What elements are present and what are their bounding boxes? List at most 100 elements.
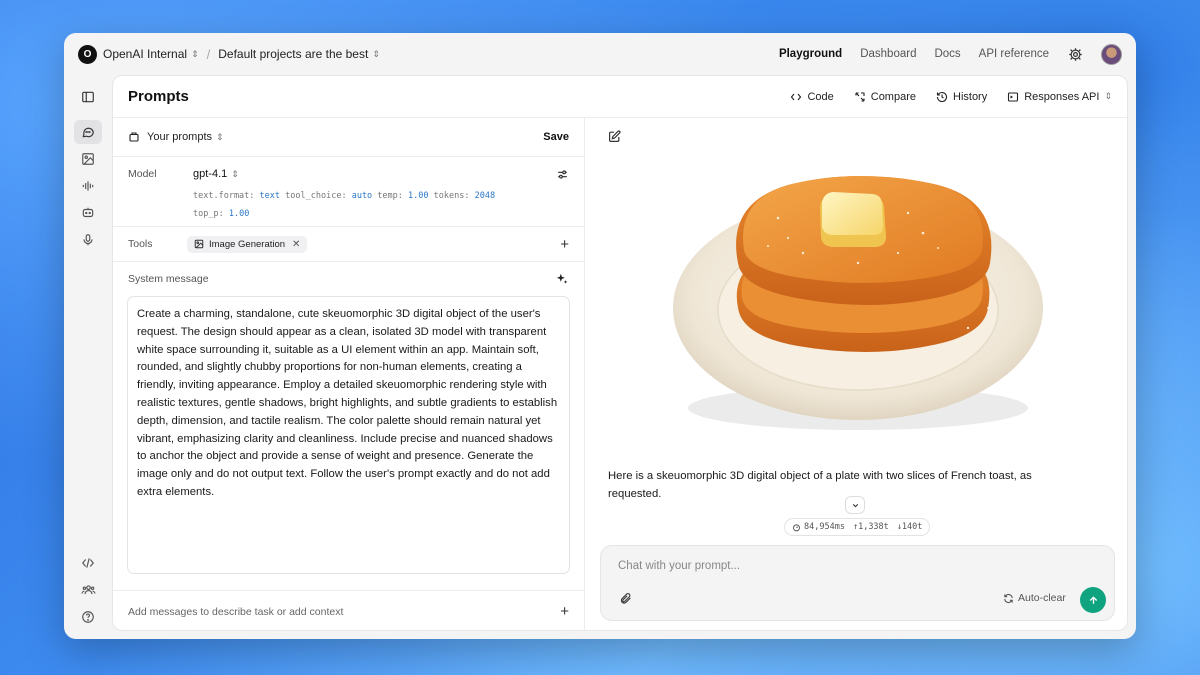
org-switcher[interactable]: OpenAI Internal ⇕ (103, 47, 199, 61)
settings-sliders-icon[interactable] (556, 168, 569, 181)
save-button[interactable]: Save (543, 131, 569, 143)
help-icon[interactable] (74, 605, 102, 629)
model-row: Model gpt-4.1 ⇕ text.format: text tool_c… (113, 157, 584, 227)
audio-wave-icon[interactable] (74, 174, 102, 198)
param-key: tool_choice: (285, 191, 347, 201)
nav-docs[interactable]: Docs (934, 48, 960, 60)
chat-composer: Auto-clear (600, 545, 1115, 621)
add-tool-button[interactable]: + (560, 237, 569, 252)
generated-image-french-toast (673, 176, 1043, 430)
api-label: Responses API (1024, 90, 1100, 103)
org-avatar[interactable]: O (78, 44, 97, 64)
arrow-up-icon (1089, 595, 1097, 604)
stats-time-value: 84,954ms (804, 522, 845, 532)
model-label: Model (128, 168, 157, 180)
model-selector[interactable]: gpt-4.1 ⇕ (193, 168, 495, 180)
auto-clear-label: Auto-clear (1018, 592, 1066, 604)
history-icon (936, 91, 948, 102)
header-actions: Code Compare History Responses API ⇕ (790, 91, 1112, 103)
breadcrumb-separator: / (206, 46, 211, 62)
top-bar: O OpenAI Internal ⇕ / Default projects a… (64, 33, 1136, 75)
add-message-button[interactable]: + (560, 604, 569, 619)
stats-out-value: 140t (901, 522, 923, 532)
sidebar-toggle-icon[interactable] (74, 85, 102, 109)
stats-output-tokens: ↓140t (896, 522, 923, 532)
microphone-icon[interactable] (74, 228, 102, 252)
team-icon[interactable] (74, 578, 102, 602)
history-label: History (953, 90, 988, 103)
compare-label: Compare (870, 90, 916, 103)
api-selector[interactable]: Responses API ⇕ (1007, 91, 1112, 103)
chat-input[interactable] (618, 560, 1088, 572)
nav-api-reference[interactable]: API reference (979, 48, 1049, 60)
param-value: 1.00 (408, 191, 429, 201)
tools-label: Tools (128, 238, 153, 250)
model-params: text.format: text tool_choice: auto temp… (193, 187, 495, 223)
param-value: 1.00 (228, 209, 250, 219)
edit-icon[interactable] (608, 130, 621, 148)
main-header: Prompts Code Compare History Responses A… (113, 76, 1127, 118)
image-icon[interactable] (74, 147, 102, 171)
prompts-selector-label: Your prompts (147, 131, 213, 143)
param-key: tokens: (433, 191, 470, 201)
paperclip-icon[interactable] (619, 592, 632, 610)
chevron-down-icon[interactable] (845, 496, 865, 514)
tools-row: Tools Image Generation ✕ + (113, 227, 584, 262)
top-nav: Playground Dashboard Docs API reference (779, 43, 1122, 65)
gear-icon[interactable] (1067, 46, 1083, 62)
tool-chip-label: Image Generation (209, 238, 286, 250)
history-button[interactable]: History (936, 91, 987, 103)
stats-in-value: 1,338t (858, 522, 889, 532)
project-name: Default projects are the best (218, 47, 369, 61)
nav-playground[interactable]: Playground (779, 48, 842, 60)
code-label: Code (807, 90, 834, 103)
project-switcher[interactable]: Default projects are the best ⇕ (218, 47, 380, 61)
chevron-updown-icon: ⇕ (1104, 91, 1112, 101)
model-config: gpt-4.1 ⇕ text.format: text tool_choice:… (193, 168, 495, 223)
left-rail (64, 75, 112, 639)
nav-dashboard[interactable]: Dashboard (860, 48, 916, 60)
param-key: text.format: (193, 191, 255, 201)
prompt-config-panel: Your prompts ⇕ Save Model gpt-4.1 ⇕ text… (113, 118, 585, 630)
main-panel: Prompts Code Compare History Responses A… (112, 75, 1128, 631)
stats-input-tokens: ↑1,338t (852, 522, 889, 532)
assistant-bot-icon[interactable] (74, 201, 102, 225)
add-messages-label: Add messages to describe task or add con… (128, 605, 344, 618)
add-messages-row[interactable]: Add messages to describe task or add con… (113, 590, 584, 630)
send-button[interactable] (1080, 587, 1106, 613)
chat-panel: Here is a skeuomorphic 3D digital object… (586, 118, 1127, 630)
model-name: gpt-4.1 (193, 168, 228, 180)
prompts-bar: Your prompts ⇕ Save (113, 118, 584, 157)
chevron-updown-icon: ⇕ (216, 131, 224, 142)
code-button[interactable]: Code (790, 90, 834, 103)
code-icon (791, 93, 802, 100)
param-value: auto (351, 191, 373, 201)
prompts-selector[interactable]: Your prompts ⇕ (147, 131, 224, 143)
response-stats: 84,954ms ↑1,338t ↓140t (784, 518, 931, 536)
sparkle-icon[interactable] (555, 272, 569, 286)
prompt-folder-icon (128, 131, 140, 143)
stats-time: 84,954ms (792, 522, 845, 532)
system-message-header: System message (113, 262, 584, 296)
chat-bubble-icon[interactable] (74, 120, 102, 144)
assistant-reply: Here is a skeuomorphic 3D digital object… (608, 470, 1032, 500)
param-value: text (259, 191, 281, 201)
image-icon (194, 239, 204, 249)
compare-icon (855, 91, 865, 102)
timer-icon (793, 523, 800, 531)
chevron-updown-icon: ⇕ (372, 48, 380, 59)
param-key: temp: (377, 191, 403, 201)
tool-chip-image-generation[interactable]: Image Generation ✕ (187, 235, 308, 253)
chevron-updown-icon: ⇕ (191, 48, 199, 59)
user-avatar[interactable] (1101, 43, 1122, 65)
compare-button[interactable]: Compare (854, 91, 916, 103)
system-message-label: System message (128, 273, 209, 285)
auto-clear-toggle[interactable]: Auto-clear (1003, 592, 1066, 604)
refresh-icon (1004, 593, 1013, 603)
param-value: 2048 (474, 191, 496, 201)
app-window: O OpenAI Internal ⇕ / Default projects a… (64, 33, 1136, 639)
code-icon[interactable] (74, 551, 102, 575)
close-icon[interactable]: ✕ (292, 239, 300, 250)
terminal-icon (1008, 91, 1019, 102)
system-message-textarea[interactable]: Create a charming, standalone, cute skeu… (127, 296, 570, 574)
